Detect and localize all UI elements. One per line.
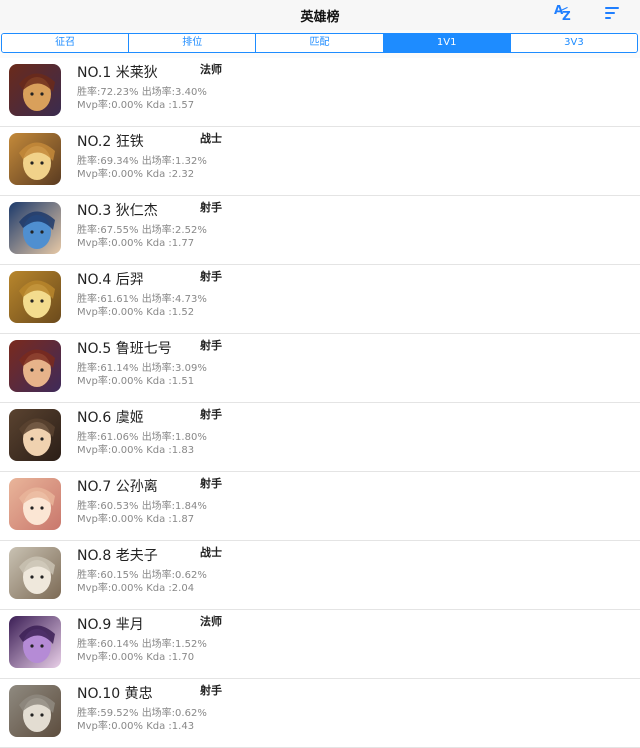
tab-paiwei[interactable]: 排位 (129, 34, 257, 52)
mvp-rate: Mvp率:0.00% (77, 514, 144, 525)
hero-role-badge: 战士 (200, 132, 222, 145)
kda: Kda :2.04 (146, 583, 195, 594)
tab-zhengzhao[interactable]: 征召 (2, 34, 130, 52)
hero-avatar (9, 271, 61, 323)
page-title: 英雄榜 (300, 10, 340, 25)
kda: Kda :1.52 (146, 307, 195, 318)
hero-list: NO.1 米莱狄 法师 胜率:72.23% 出场率:3.40% Mvp率:0.00% … (0, 58, 640, 748)
hero-row[interactable]: NO.3 狄仁杰 射手 胜率:67.55% 出场率:2.52% Mvp率:0.00% … (0, 196, 640, 265)
hero-stats-line-2: Mvp率:0.00% Kda :1.57 (77, 96, 194, 111)
mvp-rate: Mvp率:0.00% (77, 169, 144, 180)
kda: Kda :1.77 (146, 238, 195, 249)
hero-role-badge: 射手 (200, 684, 222, 697)
hero-stats-line-2: Mvp率:0.00% Kda :1.83 (77, 441, 194, 456)
navbar: 英雄榜 A Z (0, 0, 640, 30)
hero-name: NO.4 后羿 (77, 272, 144, 288)
hero-avatar (9, 340, 61, 392)
hero-stats-line-2: Mvp率:0.00% Kda :1.77 (77, 234, 194, 249)
hero-avatar (9, 478, 61, 530)
mvp-rate: Mvp率:0.00% (77, 238, 144, 249)
hero-name: NO.10 黄忠 (77, 686, 153, 702)
hero-row[interactable]: NO.6 虞姬 射手 胜率:61.06% 出场率:1.80% Mvp率:0.00% K… (0, 403, 640, 472)
mvp-rate: Mvp率:0.00% (77, 721, 144, 732)
mvp-rate: Mvp率:0.00% (77, 652, 144, 663)
hero-row[interactable]: NO.1 米莱狄 法师 胜率:72.23% 出场率:3.40% Mvp率:0.00% … (0, 58, 640, 127)
hero-avatar (9, 202, 61, 254)
hero-stats-line-2: Mvp率:0.00% Kda :2.32 (77, 165, 194, 180)
mvp-rate: Mvp率:0.00% (77, 376, 144, 387)
hero-stats-line-2: Mvp率:0.00% Kda :1.52 (77, 303, 194, 318)
kda: Kda :1.83 (146, 445, 195, 456)
mvp-rate: Mvp率:0.00% (77, 100, 144, 111)
hero-stats-line-2: Mvp率:0.00% Kda :2.04 (77, 579, 194, 594)
hero-avatar (9, 616, 61, 668)
az-icon-letter-z: Z (562, 9, 571, 23)
hero-avatar (9, 409, 61, 461)
hero-stats-line-2: Mvp率:0.00% Kda :1.70 (77, 648, 194, 663)
hero-role-badge: 法师 (200, 615, 222, 628)
hero-avatar (9, 64, 61, 116)
mvp-rate: Mvp率:0.00% (77, 307, 144, 318)
tab-3v3[interactable]: 3V3 (510, 34, 637, 52)
hero-name: NO.5 鲁班七号 (77, 341, 172, 357)
hero-role-badge: 战士 (200, 546, 222, 559)
hero-avatar (9, 685, 61, 737)
hero-row[interactable]: NO.9 芈月 法师 胜率:60.14% 出场率:1.52% Mvp率:0.00% K… (0, 610, 640, 679)
hero-name: NO.6 虞姬 (77, 410, 144, 426)
hero-row[interactable]: NO.7 公孙离 射手 胜率:60.53% 出场率:1.84% Mvp率:0.00% … (0, 472, 640, 541)
hero-stats-line-2: Mvp率:0.00% Kda :1.87 (77, 510, 194, 525)
mode-tabs: 征召 排位 匹配 1V1 3V3 (1, 33, 638, 53)
hero-role-badge: 射手 (200, 408, 222, 421)
hero-role-badge: 射手 (200, 201, 222, 214)
hero-row[interactable]: NO.2 狂铁 战士 胜率:69.34% 出场率:1.32% Mvp率:0.00% K… (0, 127, 640, 196)
hero-stats-line-2: Mvp率:0.00% Kda :1.51 (77, 372, 194, 387)
kda: Kda :1.87 (146, 514, 195, 525)
mvp-rate: Mvp率:0.00% (77, 583, 144, 594)
kda: Kda :1.57 (146, 100, 195, 111)
hero-avatar (9, 133, 61, 185)
kda: Kda :1.43 (146, 721, 195, 732)
hero-name: NO.1 米莱狄 (77, 65, 158, 81)
hero-role-badge: 法师 (200, 63, 222, 76)
tab-1v1[interactable]: 1V1 (383, 34, 511, 52)
hero-role-badge: 射手 (200, 339, 222, 352)
kda: Kda :1.70 (146, 652, 195, 663)
az-sort-icon[interactable]: A Z (554, 4, 576, 24)
hero-name: NO.3 狄仁杰 (77, 203, 158, 219)
hero-stats-line-2: Mvp率:0.00% Kda :1.43 (77, 717, 194, 732)
hero-row[interactable]: NO.5 鲁班七号 射手 胜率:61.14% 出场率:3.09% Mvp率:0.00%… (0, 334, 640, 403)
hero-row[interactable]: NO.8 老夫子 战士 胜率:60.15% 出场率:0.62% Mvp率:0.00% … (0, 541, 640, 610)
mvp-rate: Mvp率:0.00% (77, 445, 144, 456)
hero-name: NO.9 芈月 (77, 617, 144, 633)
hero-avatar (9, 547, 61, 599)
hero-name: NO.2 狂铁 (77, 134, 144, 150)
tab-pipei[interactable]: 匹配 (256, 34, 384, 52)
hero-name: NO.8 老夫子 (77, 548, 158, 564)
hero-row[interactable]: NO.4 后羿 射手 胜率:61.61% 出场率:4.73% Mvp率:0.00% K… (0, 265, 640, 334)
hero-role-badge: 射手 (200, 477, 222, 490)
hero-row[interactable]: NO.10 黄忠 射手 胜率:59.52% 出场率:0.62% Mvp率:0.00% … (0, 679, 640, 748)
kda: Kda :1.51 (146, 376, 195, 387)
sort-lines-icon[interactable] (605, 6, 621, 20)
hero-name: NO.7 公孙离 (77, 479, 158, 495)
kda: Kda :2.32 (146, 169, 195, 180)
hero-role-badge: 射手 (200, 270, 222, 283)
